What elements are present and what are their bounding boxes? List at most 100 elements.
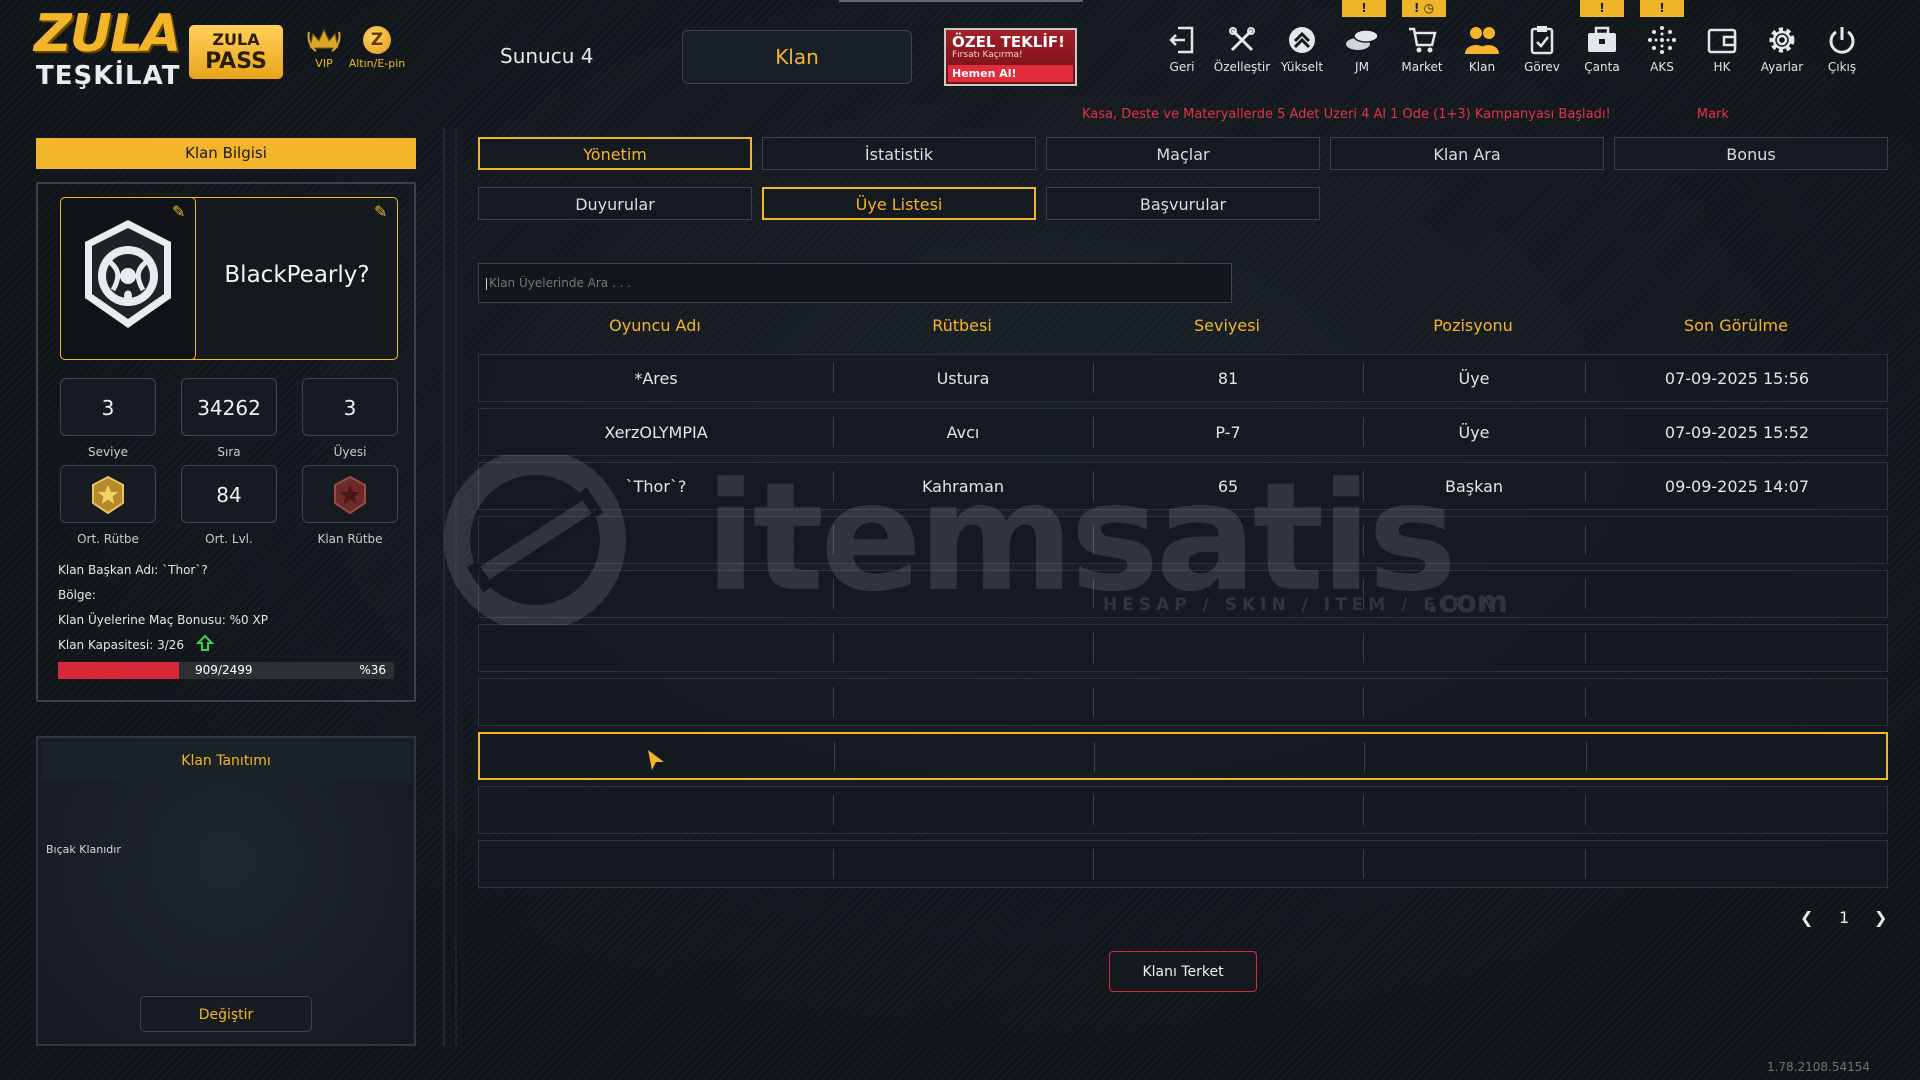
table-cell — [1585, 787, 1889, 833]
power-icon — [1829, 27, 1855, 54]
table-cell — [833, 571, 1093, 617]
clan-capacity-line: Klan Kapasitesi: 3/26 — [58, 638, 185, 652]
clan-name: BlackPearly? — [224, 262, 370, 288]
pass-bottom-text: PASS — [205, 49, 267, 74]
avg-level-label: Ort. Lvl. — [205, 532, 253, 546]
nav-hk[interactable]: HK — [1692, 24, 1752, 84]
nav-clan[interactable]: Klan — [1452, 24, 1512, 84]
table-cell — [1093, 517, 1363, 563]
table-row[interactable] — [478, 516, 1888, 564]
nav-exit[interactable]: Çıkış — [1812, 24, 1872, 84]
zula-pass-button[interactable]: ZULA PASS — [189, 25, 283, 79]
table-cell — [833, 787, 1093, 833]
gold-epin-button[interactable]: Z Altın/E-pin — [342, 26, 412, 70]
bag-alert-badge: ! — [1580, 0, 1624, 17]
nav-aks[interactable]: AKS — [1632, 24, 1692, 84]
nav-back[interactable]: Geri — [1152, 24, 1212, 84]
table-cell — [1585, 679, 1889, 725]
table-cell: 81 — [1217, 368, 1239, 388]
tab-klan-ara[interactable]: Klan Ara — [1330, 137, 1604, 170]
tab-uye-listesi[interactable]: Üye Listesi — [762, 187, 1036, 220]
offer-cta: Hemen Al! — [948, 65, 1073, 82]
market-alert-badge: ! ◷ — [1402, 0, 1446, 17]
table-cell — [1363, 841, 1585, 887]
edit-emblem-pencil-icon[interactable]: ✎ — [172, 202, 185, 221]
member-search-box[interactable] — [478, 263, 1232, 303]
col-header-player: Oyuncu Adı — [609, 316, 701, 335]
vip-button[interactable]: VIP — [305, 26, 343, 70]
special-offer-banner[interactable]: ÖZEL TEKLİF! Fırsatı Kaçırma! Hemen Al! — [944, 28, 1077, 86]
table-cell: *Ares — [634, 368, 678, 388]
table-row[interactable]: `Thor`? Kahraman 65 Başkan 09-09-2025 14:07 — [478, 462, 1888, 510]
clan-members-label: Üyesi — [333, 445, 367, 459]
tab-bonus[interactable]: Bonus — [1614, 137, 1888, 170]
vip-label: VIP — [315, 57, 333, 70]
clan-emblem[interactable] — [60, 197, 196, 360]
prev-page-chevron-icon[interactable]: ❮ — [1800, 908, 1813, 927]
table-cell — [833, 517, 1093, 563]
table-cell: P-7 — [1215, 422, 1241, 442]
table-cell — [479, 571, 833, 617]
star-rank-icon — [92, 475, 124, 515]
edit-name-pencil-icon[interactable]: ✎ — [374, 202, 387, 221]
clan-rank-badge-label: Klan Rütbe — [317, 532, 383, 546]
table-cell — [834, 734, 1094, 778]
nav-customize[interactable]: Özelleştir — [1212, 24, 1272, 84]
clan-xp-percent: %36 — [359, 663, 386, 677]
table-cell — [1093, 571, 1363, 617]
gold-coin-icon: Z — [363, 26, 391, 54]
clan-xp-text: 909/2499 — [195, 663, 253, 677]
next-page-chevron-icon[interactable]: ❯ — [1874, 908, 1887, 927]
table-cell — [1364, 734, 1586, 778]
customize-icon — [1229, 27, 1255, 52]
table-cell — [833, 625, 1093, 671]
table-row[interactable]: *Ares Ustura 81 Üye 07-09-2025 15:56 — [478, 354, 1888, 402]
page-number: 1 — [1839, 908, 1850, 927]
wallet-icon — [1707, 28, 1737, 54]
nav-bag[interactable]: Çanta — [1572, 24, 1632, 84]
clan-region-line: Bölge: — [58, 588, 96, 602]
table-cell — [1585, 625, 1889, 671]
table-cell: Kahraman — [921, 476, 1005, 496]
clan-section-button[interactable]: Klan — [682, 30, 912, 84]
panel-divider — [443, 128, 445, 1046]
tab-maclar[interactable]: Maçlar — [1046, 137, 1320, 170]
nav-label: Çıkış — [1827, 60, 1857, 74]
zula-logo: ZULA TEŞKİLAT — [34, 8, 181, 94]
nav-jm[interactable]: JM — [1332, 24, 1392, 84]
table-row[interactable] — [478, 840, 1888, 888]
col-header-rank: Rütbesi — [932, 316, 992, 335]
offer-subtitle: Fırsatı Kaçırma! — [952, 50, 1023, 60]
change-intro-button[interactable]: Değiştir — [140, 996, 312, 1032]
table-row[interactable] — [478, 624, 1888, 672]
nav-upgrade[interactable]: Yükselt — [1272, 24, 1332, 84]
logo-top-text: ZULA — [34, 4, 181, 64]
table-cell — [479, 625, 833, 671]
gold-label: Altın/E-pin — [348, 57, 406, 70]
table-cell — [1093, 679, 1363, 725]
ticker-next-text: Mark — [1696, 107, 1729, 122]
nav-label: Çanta — [1584, 60, 1620, 74]
tab-basvurular[interactable]: Başvurular — [1046, 187, 1320, 220]
table-cell — [833, 841, 1093, 887]
coins-icon — [1346, 29, 1379, 50]
tab-yonetim[interactable]: Yönetim — [478, 137, 752, 170]
clan-icon — [1465, 27, 1499, 54]
clan-intro-title: Klan Tanıtımı — [42, 742, 410, 780]
table-row[interactable] — [478, 732, 1888, 780]
tab-duyurular[interactable]: Duyurular — [478, 187, 752, 220]
nav-settings[interactable]: Ayarlar — [1752, 24, 1812, 84]
table-cell — [1363, 787, 1585, 833]
capacity-upgrade-arrow-icon[interactable] — [196, 634, 214, 652]
table-row[interactable] — [478, 570, 1888, 618]
table-row[interactable]: XerzOLYMPIA Avcı P-7 Üye 07-09-2025 15:52 — [478, 408, 1888, 456]
table-row[interactable] — [478, 786, 1888, 834]
member-search-input[interactable] — [479, 264, 1231, 302]
leave-clan-button[interactable]: Klanı Terket — [1109, 951, 1257, 992]
nav-task[interactable]: Görev — [1512, 24, 1572, 84]
table-cell — [1093, 787, 1363, 833]
table-row[interactable] — [478, 678, 1888, 726]
tab-istatistik[interactable]: İstatistik — [762, 137, 1036, 170]
text-caret — [486, 278, 487, 290]
nav-market[interactable]: Market — [1392, 24, 1452, 84]
